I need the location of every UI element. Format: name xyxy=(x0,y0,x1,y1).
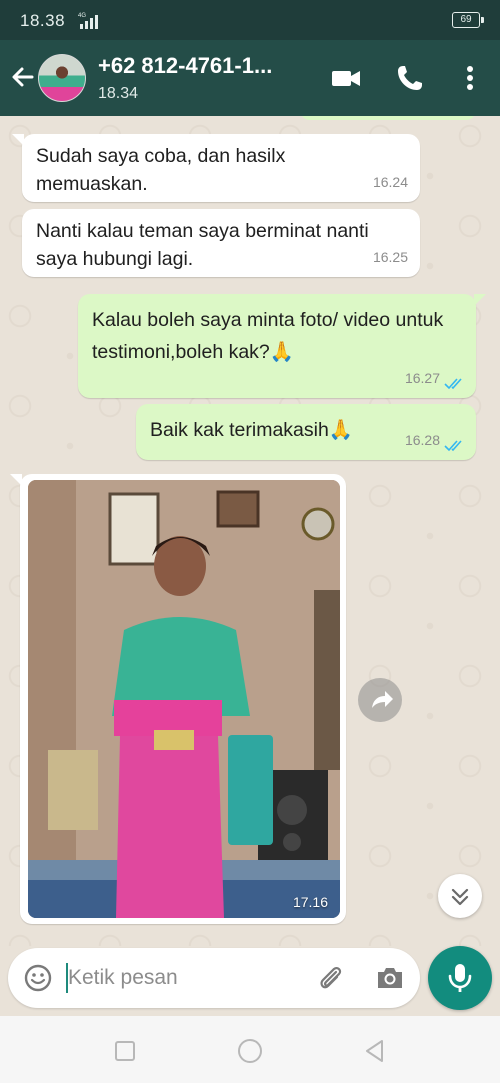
message-outgoing[interactable]: Kalau boleh saya minta foto/ video untuk… xyxy=(78,294,486,398)
previous-message-edge xyxy=(300,116,476,120)
phone-icon[interactable] xyxy=(394,62,426,94)
message-outgoing[interactable]: Baik kak terimakasih🙏 16.28 xyxy=(136,404,476,460)
emoji-icon[interactable] xyxy=(22,962,54,994)
message-text: Nanti kalau teman saya berminat nanti sa… xyxy=(36,220,369,270)
video-camera-icon[interactable] xyxy=(330,62,362,94)
photo[interactable]: 17.16 xyxy=(28,480,340,918)
status-bar: 18.38 4G 69 xyxy=(0,0,500,40)
paperclip-icon[interactable] xyxy=(314,962,346,994)
message-text: Baik kak terimakasih🙏 xyxy=(150,419,354,441)
message-composer xyxy=(8,948,420,1008)
message-time: 16.24 xyxy=(372,174,408,190)
read-ticks-icon xyxy=(444,440,462,452)
message-time: 16.27 xyxy=(404,370,440,386)
message-input[interactable] xyxy=(68,960,298,996)
battery-icon: 69 xyxy=(452,12,484,28)
message-text: Kalau boleh saya minta foto/ video untuk… xyxy=(92,309,444,363)
message-image[interactable]: 17.16 xyxy=(10,474,346,924)
read-ticks-icon xyxy=(444,378,462,390)
forward-button[interactable] xyxy=(358,678,402,722)
message-incoming[interactable]: Nanti kalau teman saya berminat nanti sa… xyxy=(22,209,420,277)
voice-record-button[interactable] xyxy=(428,946,492,1010)
photo-image xyxy=(28,480,340,918)
message-incoming[interactable]: Sudah saya coba, dan hasilx memuaskan. 1… xyxy=(12,134,420,202)
back-triangle-icon[interactable] xyxy=(362,1038,388,1064)
camera-icon[interactable] xyxy=(374,962,406,994)
scroll-to-bottom-button[interactable] xyxy=(438,874,482,918)
network-type-label: 4G xyxy=(78,13,86,19)
mic-icon xyxy=(448,964,472,992)
forward-icon xyxy=(372,691,393,708)
arrow-left-icon[interactable] xyxy=(8,62,38,92)
signal-icon: 4G xyxy=(78,13,98,29)
chat-header: +62 812-4761-1... 18.34 xyxy=(0,40,500,116)
image-time: 17.16 xyxy=(292,894,328,910)
chat-area[interactable]: Sudah saya coba, dan hasilx memuaskan. 1… xyxy=(0,116,500,946)
more-vertical-icon[interactable] xyxy=(454,62,486,94)
contact-name[interactable]: +62 812-4761-1... xyxy=(98,53,313,79)
message-time: 16.25 xyxy=(372,249,408,265)
recent-apps-icon[interactable] xyxy=(112,1038,138,1064)
avatar[interactable] xyxy=(38,54,86,102)
status-time: 18.38 xyxy=(20,11,66,30)
chevron-double-down-icon xyxy=(451,888,469,906)
system-navigation-bar xyxy=(0,1016,500,1083)
last-seen: 18.34 xyxy=(98,85,139,102)
message-time: 16.28 xyxy=(404,432,440,448)
message-text: Sudah saya coba, dan hasilx memuaskan. xyxy=(36,145,286,195)
home-icon[interactable] xyxy=(237,1038,263,1064)
